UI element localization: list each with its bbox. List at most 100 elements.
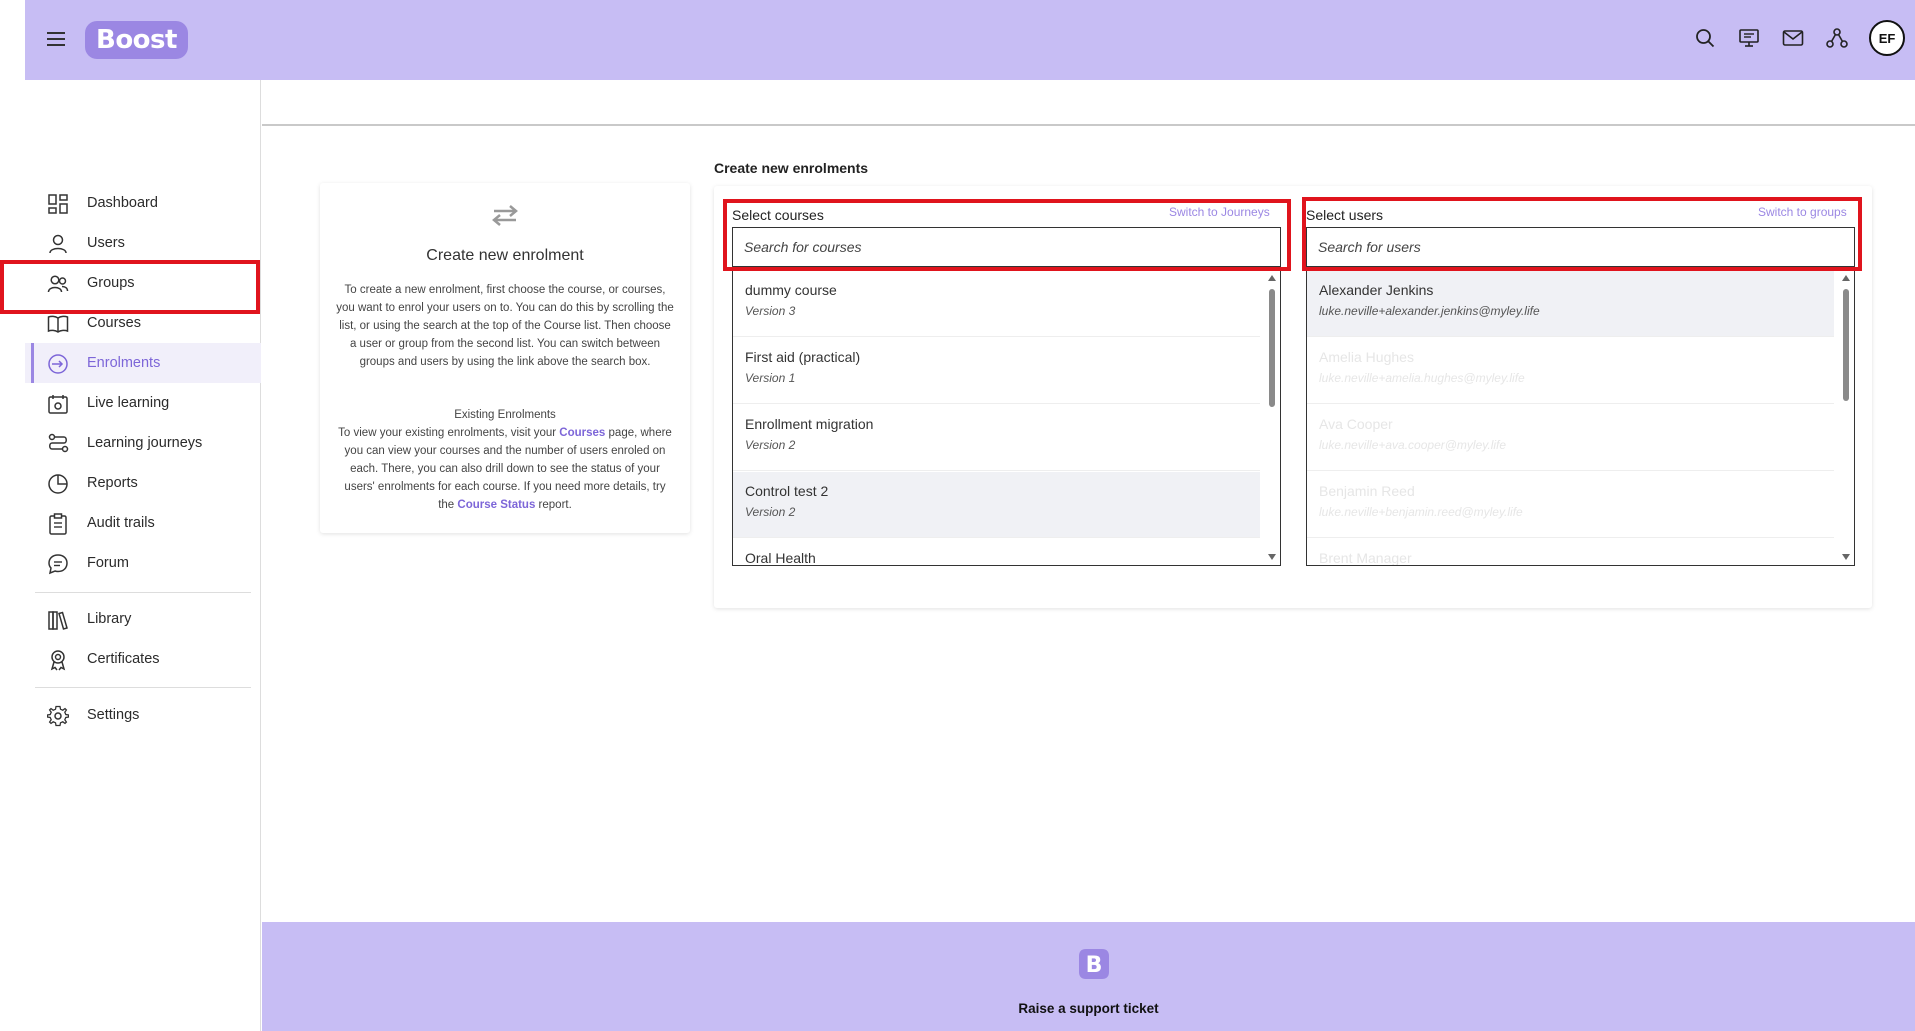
info-card-body: To create a new enrolment, first choose … xyxy=(336,284,674,368)
swap-arrows-icon xyxy=(492,205,518,226)
course-list[interactable]: dummy course Version 3 First aid (practi… xyxy=(732,270,1281,566)
calendar-icon xyxy=(48,395,68,414)
course-title: First aid (practical) xyxy=(745,349,861,365)
sidebar-item-certificates[interactable]: Certificates xyxy=(25,639,261,679)
courses-link[interactable]: Courses xyxy=(559,427,605,439)
chat-icon xyxy=(48,554,68,575)
presentation-icon[interactable] xyxy=(1737,26,1761,50)
sidebar-item-audit-trails[interactable]: Audit trails xyxy=(25,503,261,543)
sidebar-item-enrolments[interactable]: Enrolments xyxy=(25,343,261,383)
raise-support-ticket-link[interactable]: Raise a support ticket xyxy=(262,1001,1915,1016)
list-item[interactable]: Amelia Hughes luke.neville+amelia.hughes… xyxy=(1307,338,1834,404)
list-item[interactable]: Alexander Jenkins luke.neville+alexander… xyxy=(1307,271,1834,337)
user-name: Brent Manager xyxy=(1319,550,1412,566)
switch-to-journeys-link[interactable]: Switch to Journeys xyxy=(1169,205,1270,219)
list-item[interactable]: Enrollment migration Version 2 xyxy=(733,405,1260,471)
user-search-input[interactable] xyxy=(1306,227,1855,267)
sidebar-item-learning-journeys[interactable]: Learning journeys xyxy=(25,423,261,463)
group-icon xyxy=(47,275,69,293)
user-name: Amelia Hughes xyxy=(1319,349,1414,365)
existing-text-part: report. xyxy=(535,499,572,511)
sidebar-item-label: Courses xyxy=(87,315,141,331)
user-email: luke.neville+ava.cooper@myley.life xyxy=(1319,438,1507,452)
top-bar: Boost EF xyxy=(25,0,1915,80)
book-icon xyxy=(47,315,69,333)
scroll-down-arrow-icon[interactable] xyxy=(1268,554,1276,560)
sidebar-divider xyxy=(35,592,251,593)
sidebar-item-label: Settings xyxy=(87,707,140,723)
sidebar-item-groups[interactable]: Groups xyxy=(25,263,261,303)
user-icon xyxy=(49,234,67,254)
network-icon[interactable] xyxy=(1825,26,1849,50)
course-version: Version 3 xyxy=(745,304,796,318)
clipboard-icon xyxy=(49,513,67,535)
list-item[interactable]: Oral Health xyxy=(733,539,1260,566)
footer-logo-letter: B xyxy=(1086,953,1103,978)
existing-enrolments-text: To view your existing enrolments, visit … xyxy=(336,424,674,514)
course-search-input[interactable] xyxy=(732,227,1281,267)
dashboard-icon xyxy=(48,194,68,214)
list-item[interactable]: Control test 2 Version 2 xyxy=(733,472,1260,538)
switch-to-groups-link[interactable]: Switch to groups xyxy=(1758,205,1847,219)
course-status-link[interactable]: Course Status xyxy=(457,499,535,511)
scroll-up-arrow-icon[interactable] xyxy=(1842,275,1850,281)
header-actions: EF xyxy=(1693,20,1905,56)
search-icon[interactable] xyxy=(1693,26,1717,50)
scroll-thumb[interactable] xyxy=(1269,289,1275,407)
section-title: Create new enrolments xyxy=(714,160,869,176)
course-title: Oral Health xyxy=(745,550,816,566)
scroll-up-arrow-icon[interactable] xyxy=(1268,275,1276,281)
existing-text-part: To view your existing enrolments, visit … xyxy=(338,427,560,439)
sidebar-item-label: Learning journeys xyxy=(87,435,203,451)
gear-icon xyxy=(47,705,69,727)
list-item[interactable]: Brent Manager xyxy=(1307,539,1834,566)
select-users-label: Select users xyxy=(1306,207,1384,223)
course-title: Control test 2 xyxy=(745,483,829,499)
course-list-scrollbar[interactable] xyxy=(1264,271,1280,564)
user-name: Ava Cooper xyxy=(1319,416,1393,432)
sidebar-item-forum[interactable]: Forum xyxy=(25,543,261,583)
sidebar-item-courses[interactable]: Courses xyxy=(25,303,261,343)
scroll-down-arrow-icon[interactable] xyxy=(1842,554,1850,560)
existing-enrolments-title: Existing Enrolments xyxy=(454,409,556,421)
user-name: Benjamin Reed xyxy=(1319,483,1415,499)
sidebar-item-label: Dashboard xyxy=(87,195,158,211)
sidebar-item-label: Library xyxy=(87,611,132,627)
sidebar-item-reports[interactable]: Reports xyxy=(25,463,261,503)
list-item[interactable]: dummy course Version 3 xyxy=(733,271,1260,337)
list-item[interactable]: Benjamin Reed luke.neville+benjamin.reed… xyxy=(1307,472,1834,538)
scroll-thumb[interactable] xyxy=(1843,289,1849,401)
sidebar-item-users[interactable]: Users xyxy=(25,223,261,263)
list-item[interactable]: Ava Cooper luke.neville+ava.cooper@myley… xyxy=(1307,405,1834,471)
user-email: luke.neville+amelia.hughes@myley.life xyxy=(1319,371,1525,385)
sidebar-item-settings[interactable]: Settings xyxy=(25,695,261,735)
sidebar-item-label: Users xyxy=(87,235,125,251)
library-icon xyxy=(48,611,68,630)
course-version: Version 2 xyxy=(745,505,796,519)
enrol-icon xyxy=(48,354,68,374)
sidebar-item-library[interactable]: Library xyxy=(25,599,261,639)
sidebar-item-label: Audit trails xyxy=(87,515,155,531)
sidebar-item-label: Groups xyxy=(87,275,135,291)
course-version: Version 2 xyxy=(745,438,796,452)
info-card-title: Create new enrolment xyxy=(426,247,584,264)
sidebar-item-label: Enrolments xyxy=(87,355,161,371)
sidebar-divider xyxy=(35,687,251,688)
user-list[interactable]: Alexander Jenkins luke.neville+alexander… xyxy=(1306,270,1855,566)
award-icon xyxy=(50,650,66,671)
sidebar-item-label: Certificates xyxy=(87,651,160,667)
main-header-divider xyxy=(262,124,1915,126)
sidebar-item-live-learning[interactable]: Live learning xyxy=(25,383,261,423)
list-item[interactable]: First aid (practical) Version 1 xyxy=(733,338,1260,404)
user-list-scrollbar[interactable] xyxy=(1838,271,1854,564)
sidebar-item-label: Forum xyxy=(87,555,129,571)
sidebar-item-dashboard[interactable]: Dashboard xyxy=(25,183,261,223)
sidebar-item-label: Reports xyxy=(87,475,138,491)
user-email: luke.neville+alexander.jenkins@myley.lif… xyxy=(1319,304,1540,318)
course-title: dummy course xyxy=(745,282,837,298)
footer: B Raise a support ticket xyxy=(262,922,1915,1031)
hamburger-menu-icon[interactable] xyxy=(47,28,65,50)
boost-logo[interactable]: Boost xyxy=(85,21,188,59)
user-avatar[interactable]: EF xyxy=(1869,20,1905,56)
mail-icon[interactable] xyxy=(1781,26,1805,50)
